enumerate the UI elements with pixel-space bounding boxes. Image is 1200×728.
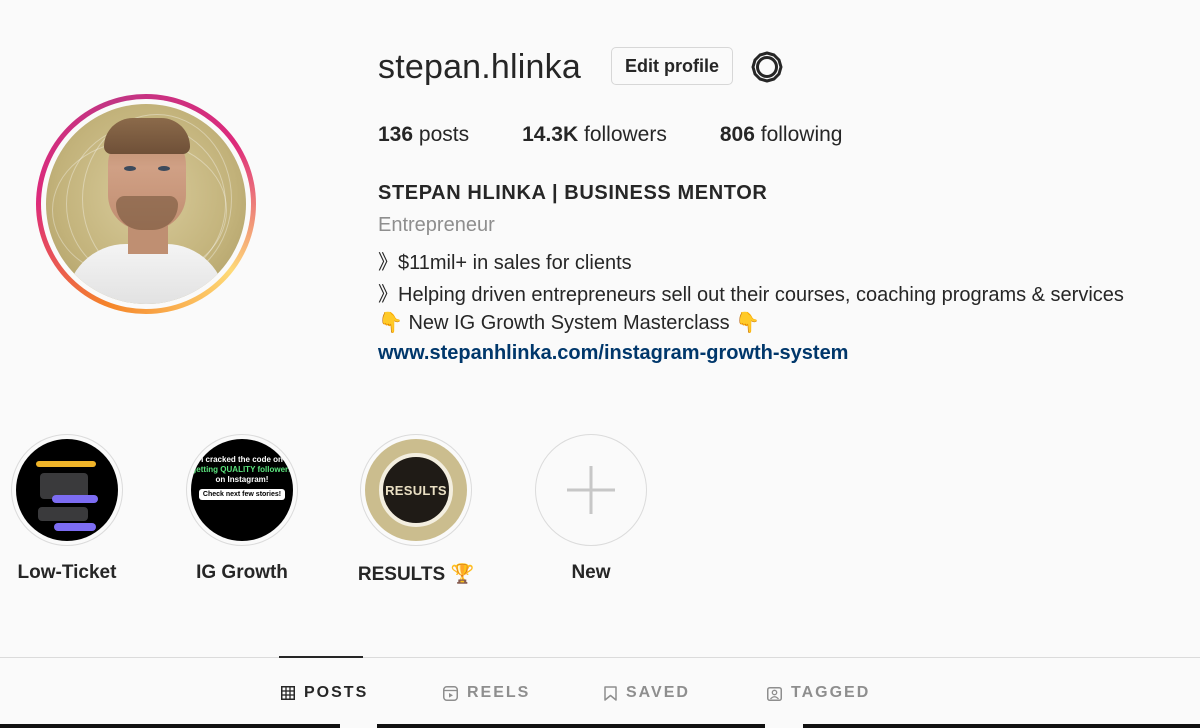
highlight-low-ticket[interactable]: Low-Ticket [11, 434, 123, 583]
tagged-icon [767, 686, 782, 701]
tabs-divider [0, 657, 1200, 658]
highlight-cover [16, 439, 118, 541]
highlight-results[interactable]: RESULTS RESULTS 🏆 [358, 434, 474, 585]
highlight-cover: I cracked the code on getting QUALITY fo… [191, 439, 293, 541]
profile-stats: 136 posts 14.3K followers 806 following [378, 123, 895, 147]
tab-saved[interactable]: SAVED [604, 684, 690, 702]
bio-line: 》Helping driven entrepreneurs sell out t… [378, 284, 1124, 306]
tab-tagged[interactable]: TAGGED [767, 684, 870, 702]
profile-avatar[interactable] [36, 94, 256, 314]
tab-reels[interactable]: REELS [443, 684, 530, 702]
highlight-label: RESULTS 🏆 [357, 564, 475, 585]
username: stepan.hlinka [378, 48, 581, 86]
category-label: Entrepreneur [378, 214, 495, 236]
highlight-cover: RESULTS [365, 439, 467, 541]
highlight-label: Low-Ticket [17, 562, 117, 583]
active-tab-indicator [279, 656, 363, 658]
followers-link[interactable]: 14.3K followers [522, 123, 667, 147]
avatar-image [46, 104, 246, 304]
post-thumbnail-edge [377, 724, 765, 728]
gear-icon[interactable] [750, 50, 784, 84]
profile-page: stepan.hlinka Edit profile 136 posts 14.… [0, 0, 1200, 728]
bio-line: 》$11mil+ in sales for clients [378, 252, 632, 274]
grid-icon [281, 686, 295, 700]
edit-profile-button[interactable]: Edit profile [611, 47, 733, 85]
highlight-label: IG Growth [196, 562, 288, 583]
reels-icon [443, 685, 458, 701]
highlight-label: New [571, 562, 611, 583]
bookmark-icon [604, 685, 617, 701]
post-thumbnail-edge [0, 724, 340, 728]
plus-icon [540, 439, 642, 541]
bio-line: 👇 New IG Growth System Masterclass 👇 [378, 312, 761, 334]
following-link[interactable]: 806 following [720, 123, 843, 147]
bio-website-link[interactable]: www.stepanhlinka.com/instagram-growth-sy… [378, 342, 848, 365]
tab-posts[interactable]: POSTS [281, 684, 368, 702]
post-thumbnail-edge [803, 724, 1200, 728]
posts-count: 136 posts [378, 123, 470, 146]
full-name: STEPAN HLINKA | BUSINESS MENTOR [378, 182, 768, 204]
highlight-ig-growth[interactable]: I cracked the code on getting QUALITY fo… [186, 434, 298, 583]
new-highlight-button[interactable]: New [535, 434, 647, 583]
